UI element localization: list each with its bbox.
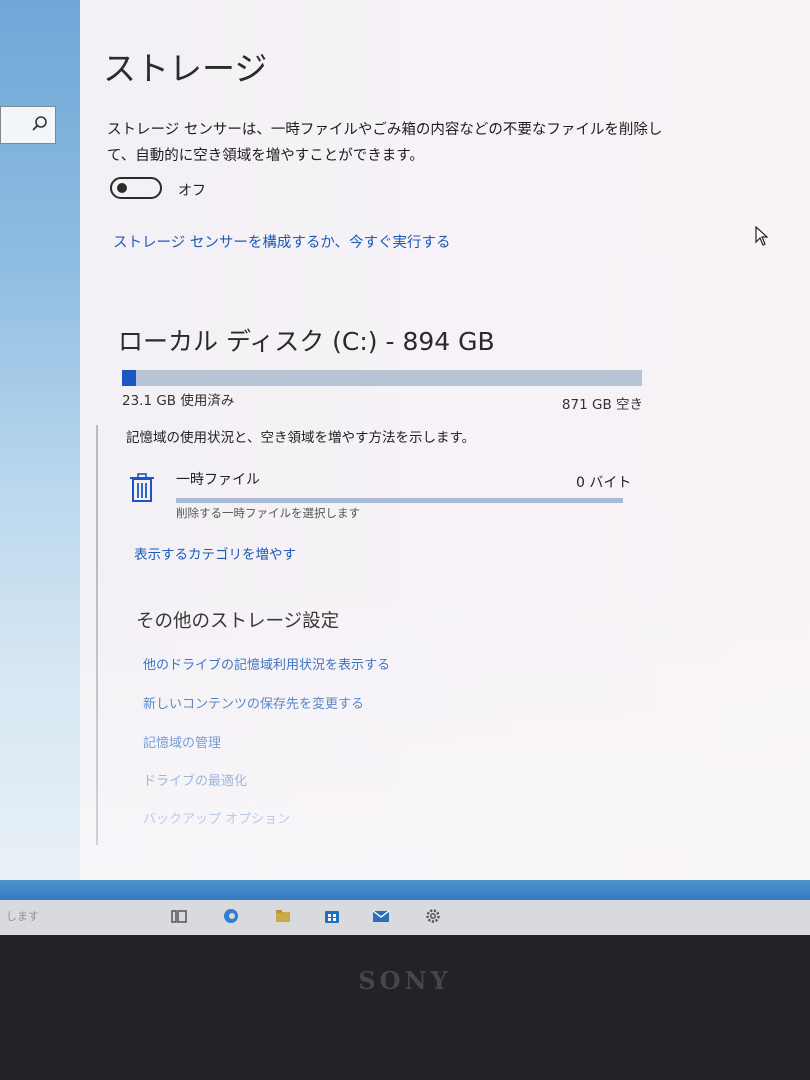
optimize-drives-link[interactable]: ドライブの最適化 [143, 770, 247, 789]
disk-usage-fill [122, 370, 136, 386]
storage-sense-description: ストレージ センサーは、一時ファイルやごみ箱の内容などの不要なファイルを削除して… [107, 122, 663, 164]
disk-usage-bar[interactable] [122, 370, 642, 386]
desktop-band [0, 880, 810, 902]
storage-settings-page: ストレージ ストレージ センサーは、一時ファイルやごみ箱の内容などの不要なファイ… [80, 0, 810, 880]
file-explorer-icon[interactable] [274, 907, 292, 925]
show-more-categories-link[interactable]: 表示するカテゴリを増やす [134, 543, 296, 563]
trash-icon [130, 473, 154, 502]
store-icon[interactable] [323, 907, 341, 925]
laptop-bezel [0, 935, 810, 1080]
taskbar-search-text[interactable]: します [6, 908, 39, 924]
toggle-state-label: オフ [178, 183, 206, 199]
mouse-cursor-icon [755, 226, 769, 246]
settings-sidebar [0, 0, 80, 880]
view-other-drives-link[interactable]: 他のドライブの記憶域利用状況を表示する [143, 654, 390, 673]
storage-sense-toggle[interactable] [110, 177, 162, 199]
category-size: 0 バイト [576, 475, 632, 491]
task-view-icon[interactable] [170, 907, 188, 925]
taskbar: します [0, 900, 810, 935]
other-storage-settings-heading: その他のストレージ設定 [136, 611, 340, 632]
backup-options-link[interactable]: バックアップ オプション [143, 808, 290, 827]
edge-icon[interactable] [222, 907, 240, 925]
manage-storage-spaces-link[interactable]: 記憶域の管理 [143, 732, 221, 751]
configure-storage-sense-link[interactable]: ストレージ センサーを構成するか、今すぐ実行する [113, 231, 451, 252]
disk-title: ローカル ディスク (C:) - 894 GB [118, 327, 495, 356]
category-description: 削除する一時ファイルを選択します [176, 506, 360, 520]
section-divider-line [96, 425, 98, 845]
brand-logo: SONY [358, 966, 452, 995]
page-title: ストレージ [103, 49, 268, 88]
usage-description: 記憶域の使用状況と、空き領域を増やす方法を示します。 [126, 430, 476, 446]
search-icon[interactable] [31, 115, 49, 133]
free-space-label: 871 GB 空き [561, 397, 643, 413]
toggle-knob [117, 183, 127, 193]
screen: ストレージ ストレージ センサーは、一時ファイルやごみ箱の内容などの不要なファイ… [0, 0, 810, 935]
mail-icon[interactable] [372, 907, 390, 925]
settings-icon[interactable] [424, 907, 442, 925]
settings-search-box[interactable] [0, 106, 56, 144]
category-name: 一時ファイル [176, 472, 260, 488]
change-save-location-link[interactable]: 新しいコンテンツの保存先を変更する [143, 693, 364, 712]
used-space-label: 23.1 GB 使用済み [122, 393, 235, 409]
category-usage-bar [176, 498, 623, 503]
